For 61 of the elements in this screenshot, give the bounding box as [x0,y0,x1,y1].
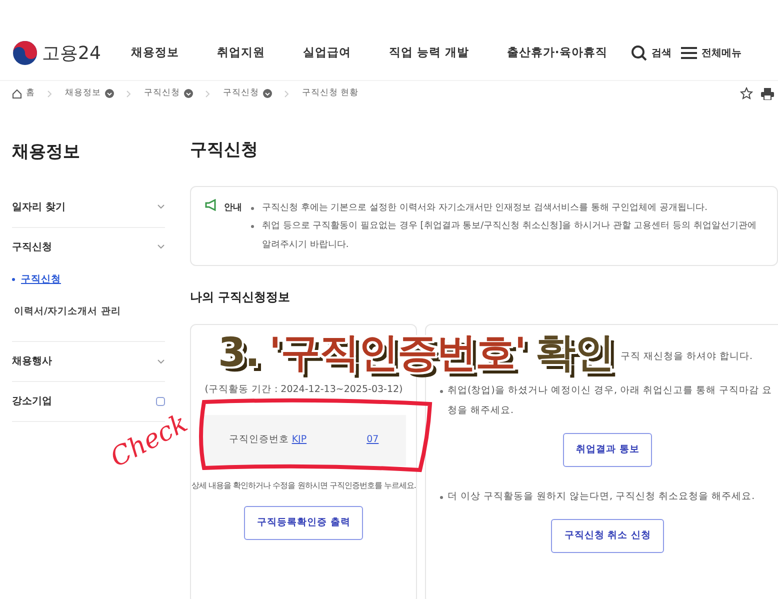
dropdown-icon[interactable] [105,89,114,98]
bullet-icon [251,225,254,228]
nav-link[interactable]: 실업급여 [302,44,351,62]
sidebar-subitem[interactable]: 구직신청 [19,268,61,291]
bullet-icon [251,206,254,210]
megaphone-icon [205,198,216,210]
chevron-down-icon[interactable] [157,358,165,364]
chevron-down-icon[interactable] [157,204,165,210]
sidebar-item[interactable]: 일자리 찾기 [12,200,66,214]
notice-text: 구직신청 후에는 기본으로 설정한 이력서와 자기소개서만 인재정보 검색서비스를 통해 구인업체에 공개됩니다. [262,202,708,214]
sidebar-item[interactable]: 구직신청 [12,240,52,254]
breadcrumb-link[interactable]: 구직신청 현황 [302,87,359,100]
chevron-icon [47,90,53,98]
breadcrumb-link[interactable]: 채용정보 [65,87,101,100]
sidebar-subitem[interactable]: 이력서/자기소개서 관리 [12,300,121,323]
notice-label: 안내 [224,202,242,214]
dropdown-icon[interactable] [184,89,193,98]
print-icon[interactable] [761,87,774,100]
bullet-icon [440,390,444,394]
chevron-down-icon[interactable] [157,244,165,250]
nav-link[interactable]: 출산휴가·육아휴직 [506,44,608,62]
annotation-text: '구직인증번호' [269,330,526,376]
chevron-icon [126,90,132,98]
nav-link[interactable]: 채용정보 [130,44,179,62]
notice-text: 취업 등으로 구직활동이 필요없는 경우 [취업결과 통보/구직신청 취소신청]을 하시거나 관할 고용센터 등의 취업알선기관에 알려주시기 바랍니다. [262,220,758,252]
external-link-icon[interactable] [156,397,165,406]
nav-link[interactable]: 직업 능력 개발 [388,44,469,62]
section-title: 나의 구직신청정보 [190,289,292,306]
print-button[interactable]: 구직등록확인증 출력 [244,506,364,540]
menu-button[interactable]: 전체메뉴 [681,46,742,60]
bullet-icon [440,496,444,500]
sidebar-title: 채용정보 [12,141,81,164]
annotation-text: 확인 [536,330,614,376]
annotation-text: 3. [218,330,260,376]
dropdown-icon[interactable] [263,89,272,98]
sidebar-item[interactable]: 강소기업 [12,394,52,409]
logo-text[interactable]: 고용24 [42,40,101,66]
guide-text: 구직 재신청을 하셔야 합니다. [620,350,753,364]
action-button[interactable]: 취업결과 통보 [563,432,652,468]
breadcrumb-link[interactable]: 구직신청 [223,87,259,100]
nav-link[interactable]: 취업지원 [216,44,265,62]
guide-text: 취업(창업)을 하셨거나 예정이신 경우, 아래 취업신고를 통해 구직마감 요청을 해주세요. [447,384,774,418]
home-icon [12,88,22,98]
guide-text: 더 이상 구직활동을 원하지 않는다면, 구직신청 취소요청을 해주세요. [447,490,755,504]
breadcrumb-link[interactable]: 홈 [26,87,35,100]
page-title: 구직신청 [190,139,259,162]
action-button[interactable]: 구직신청 취소 신청 [551,519,664,554]
cert-label: 구직인증번호 [228,434,289,446]
bullet-icon [12,278,15,282]
menu-icon [681,46,698,60]
chevron-icon [205,90,211,98]
sidebar-item[interactable]: 채용행사 [12,354,52,369]
period-text: (구직활동 기간 : 2024-12-13~2025-03-12) [204,383,403,398]
cert-number-link[interactable]: KJP 07 [292,434,379,446]
search-icon [631,45,648,61]
star-icon[interactable] [740,87,753,100]
chevron-icon [284,90,290,98]
search-button[interactable]: 검색 [631,45,672,61]
breadcrumb-link[interactable]: 구직신청 [144,87,180,100]
logo-icon[interactable] [12,40,38,66]
hint-text: 상세 내용을 확인하거나 수정을 원하시면 구직인증번호를 누르세요. [192,480,416,492]
